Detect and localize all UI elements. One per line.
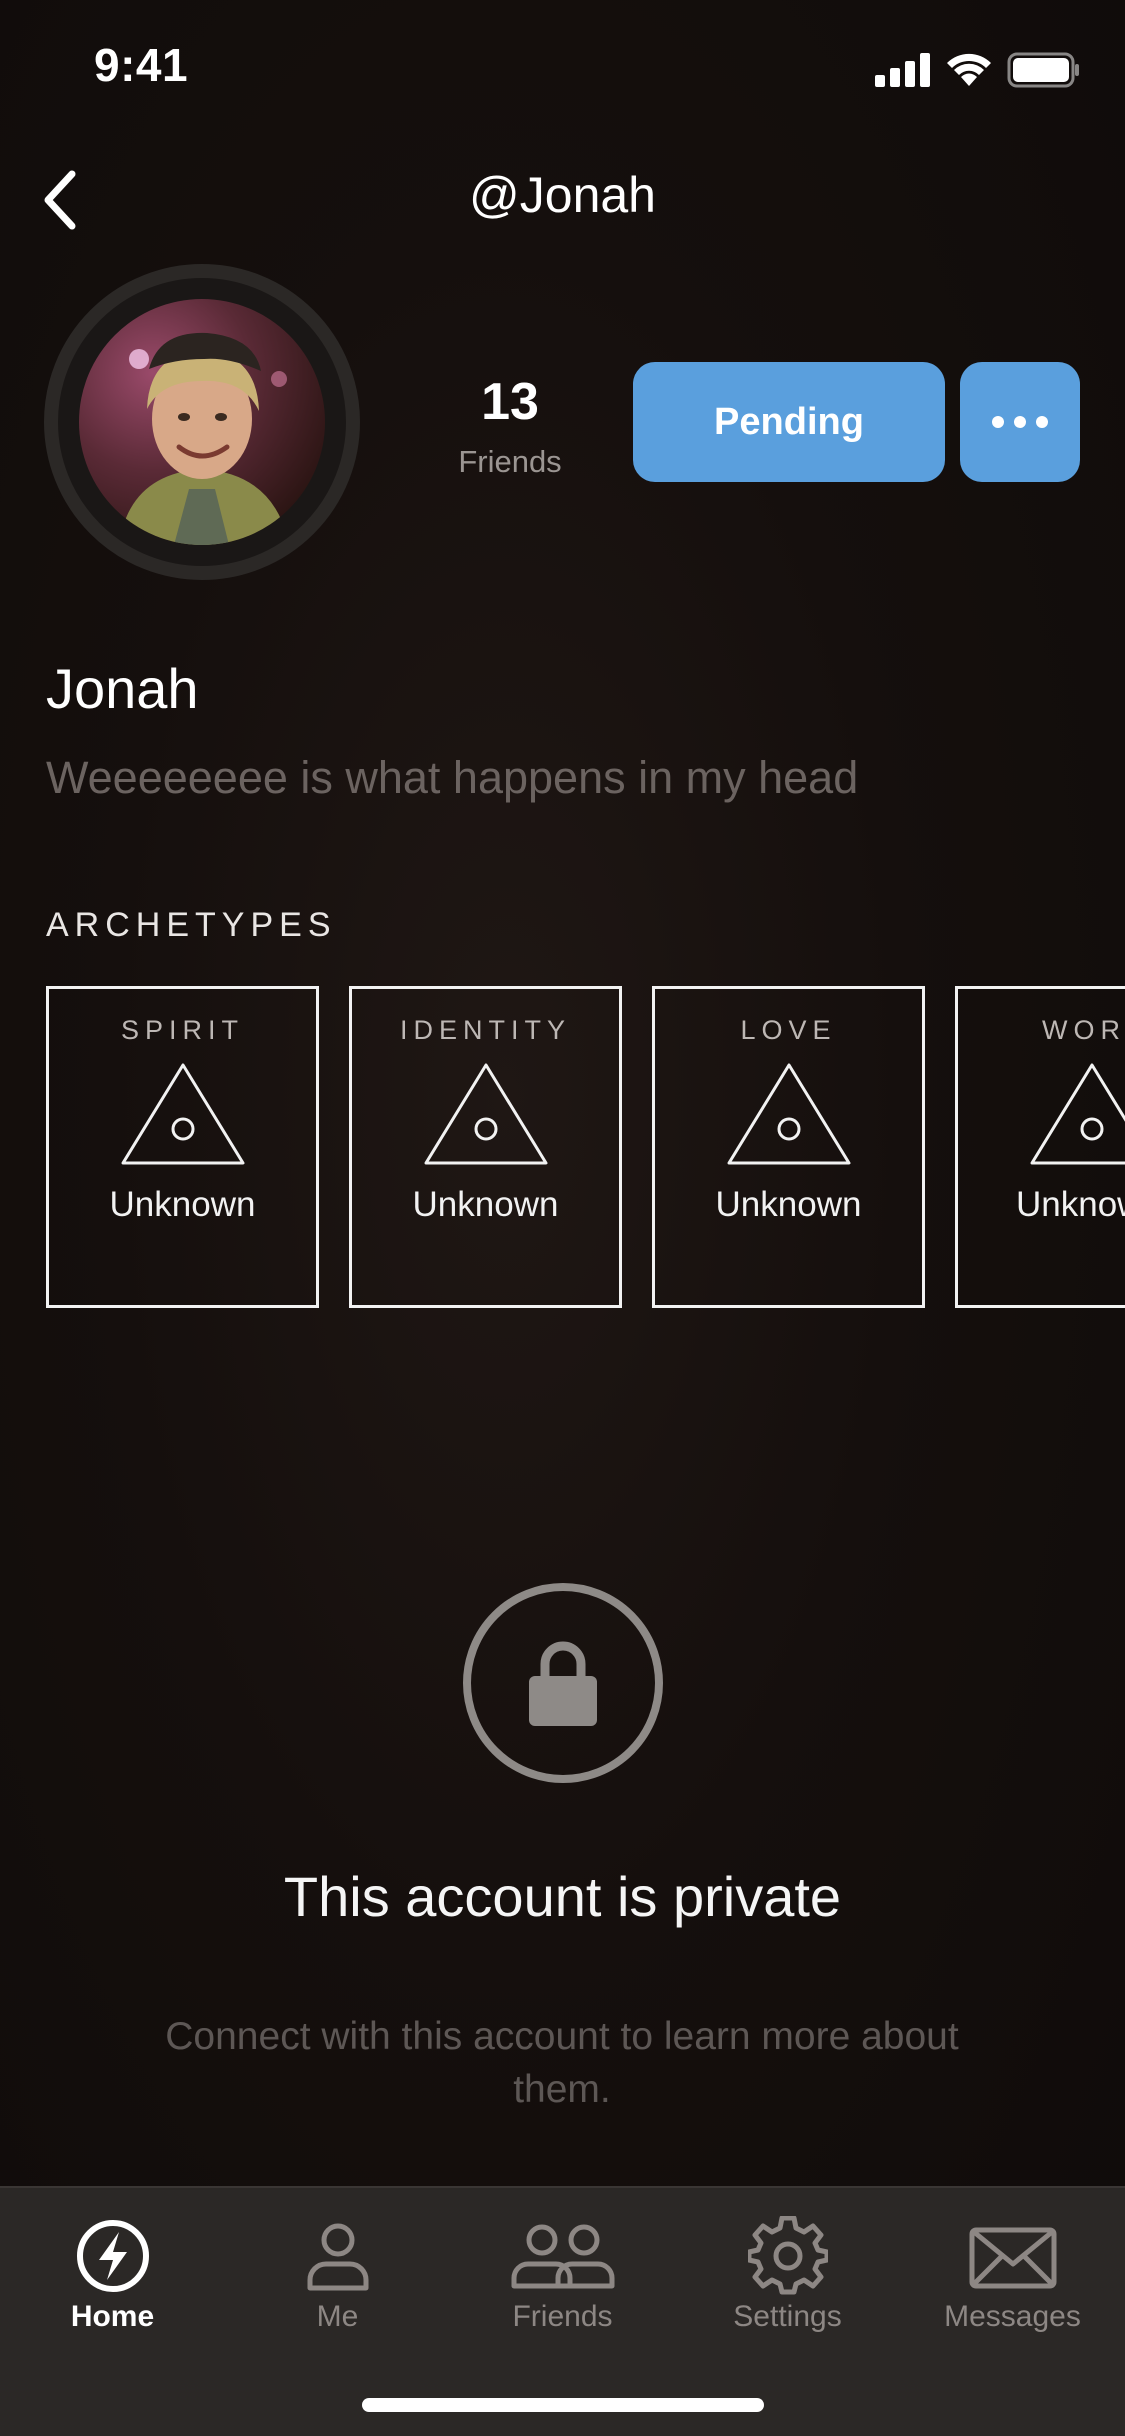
person-icon xyxy=(307,2223,368,2291)
triangle-eye-icon xyxy=(121,1063,244,1165)
ellipsis-icon xyxy=(992,416,1004,428)
tab-label: Settings xyxy=(733,2300,842,2333)
lock-badge xyxy=(463,1583,663,1783)
tab-friends[interactable]: Friends xyxy=(450,2206,675,2356)
more-options-button[interactable] xyxy=(960,362,1080,482)
home-indicator[interactable] xyxy=(362,2398,764,2412)
archetype-title: IDENTITY xyxy=(399,1015,571,1045)
archetypes-heading: ARCHETYPES xyxy=(46,906,337,944)
avatar[interactable] xyxy=(44,264,360,580)
tab-messages[interactable]: Messages xyxy=(900,2206,1125,2356)
lightning-icon xyxy=(76,2220,149,2292)
gear-icon xyxy=(747,2216,828,2295)
tab-home[interactable]: Home xyxy=(0,2206,225,2356)
profile-name: Jonah xyxy=(46,657,199,720)
ellipsis-dot xyxy=(1014,416,1026,428)
profile-bio: Weeeeeeee is what happens in my head xyxy=(46,752,859,803)
archetype-value: Unknown xyxy=(715,1185,862,1224)
status-bar: 9:41 xyxy=(0,0,1125,132)
ellipsis-dot xyxy=(1036,416,1048,428)
archetype-card-spirit[interactable]: SPIRIT Unknown xyxy=(46,986,319,1308)
private-account-title: This account is private xyxy=(283,1865,842,1928)
friends-label[interactable]: Friends xyxy=(430,444,590,480)
tab-me[interactable]: Me xyxy=(225,2206,450,2356)
tab-label: Friends xyxy=(512,2300,613,2333)
page-title: @Jonah xyxy=(469,167,656,223)
private-account-description: Connect with this account to learn more … xyxy=(165,2015,959,2111)
archetype-card-clip: WOR Unknow xyxy=(955,986,1125,1308)
avatar-photo xyxy=(79,299,325,545)
tab-label: Me xyxy=(316,2300,359,2333)
envelope-icon xyxy=(969,2227,1056,2289)
status-time: 9:41 xyxy=(94,39,189,91)
status-icons xyxy=(875,48,1081,92)
wifi-icon xyxy=(947,53,991,86)
archetype-value: Unknown xyxy=(412,1185,559,1224)
battery-icon xyxy=(1007,52,1079,88)
archetype-card-love[interactable]: LOVE Unknown xyxy=(652,986,925,1308)
archetype-card-identity[interactable]: IDENTITY Unknown xyxy=(349,986,622,1308)
triangle-eye-icon xyxy=(1030,1063,1125,1165)
profile-screen: 9:41 @Jonah 13 Friends Pending Jonah Wee… xyxy=(0,0,1125,2436)
friends-count[interactable]: 13 xyxy=(430,372,590,432)
triangle-eye-icon xyxy=(424,1063,547,1165)
tab-label: Messages xyxy=(944,2300,1081,2333)
archetype-value: Unknow xyxy=(1016,1185,1125,1224)
archetype-title: WOR xyxy=(1042,1015,1125,1045)
people-icon xyxy=(511,2224,614,2289)
archetype-title: LOVE xyxy=(740,1015,837,1045)
tab-settings[interactable]: Settings xyxy=(675,2206,900,2356)
tab-label: Home xyxy=(70,2300,155,2333)
archetype-value: Unknown xyxy=(109,1185,256,1224)
pending-button[interactable]: Pending xyxy=(633,362,945,482)
lock-icon xyxy=(529,1641,597,1726)
triangle-eye-icon xyxy=(727,1063,850,1165)
cellular-signal-icon xyxy=(875,53,930,87)
archetype-card-work[interactable]: WOR Unknow xyxy=(955,986,1125,1308)
archetype-title: SPIRIT xyxy=(120,1015,244,1045)
